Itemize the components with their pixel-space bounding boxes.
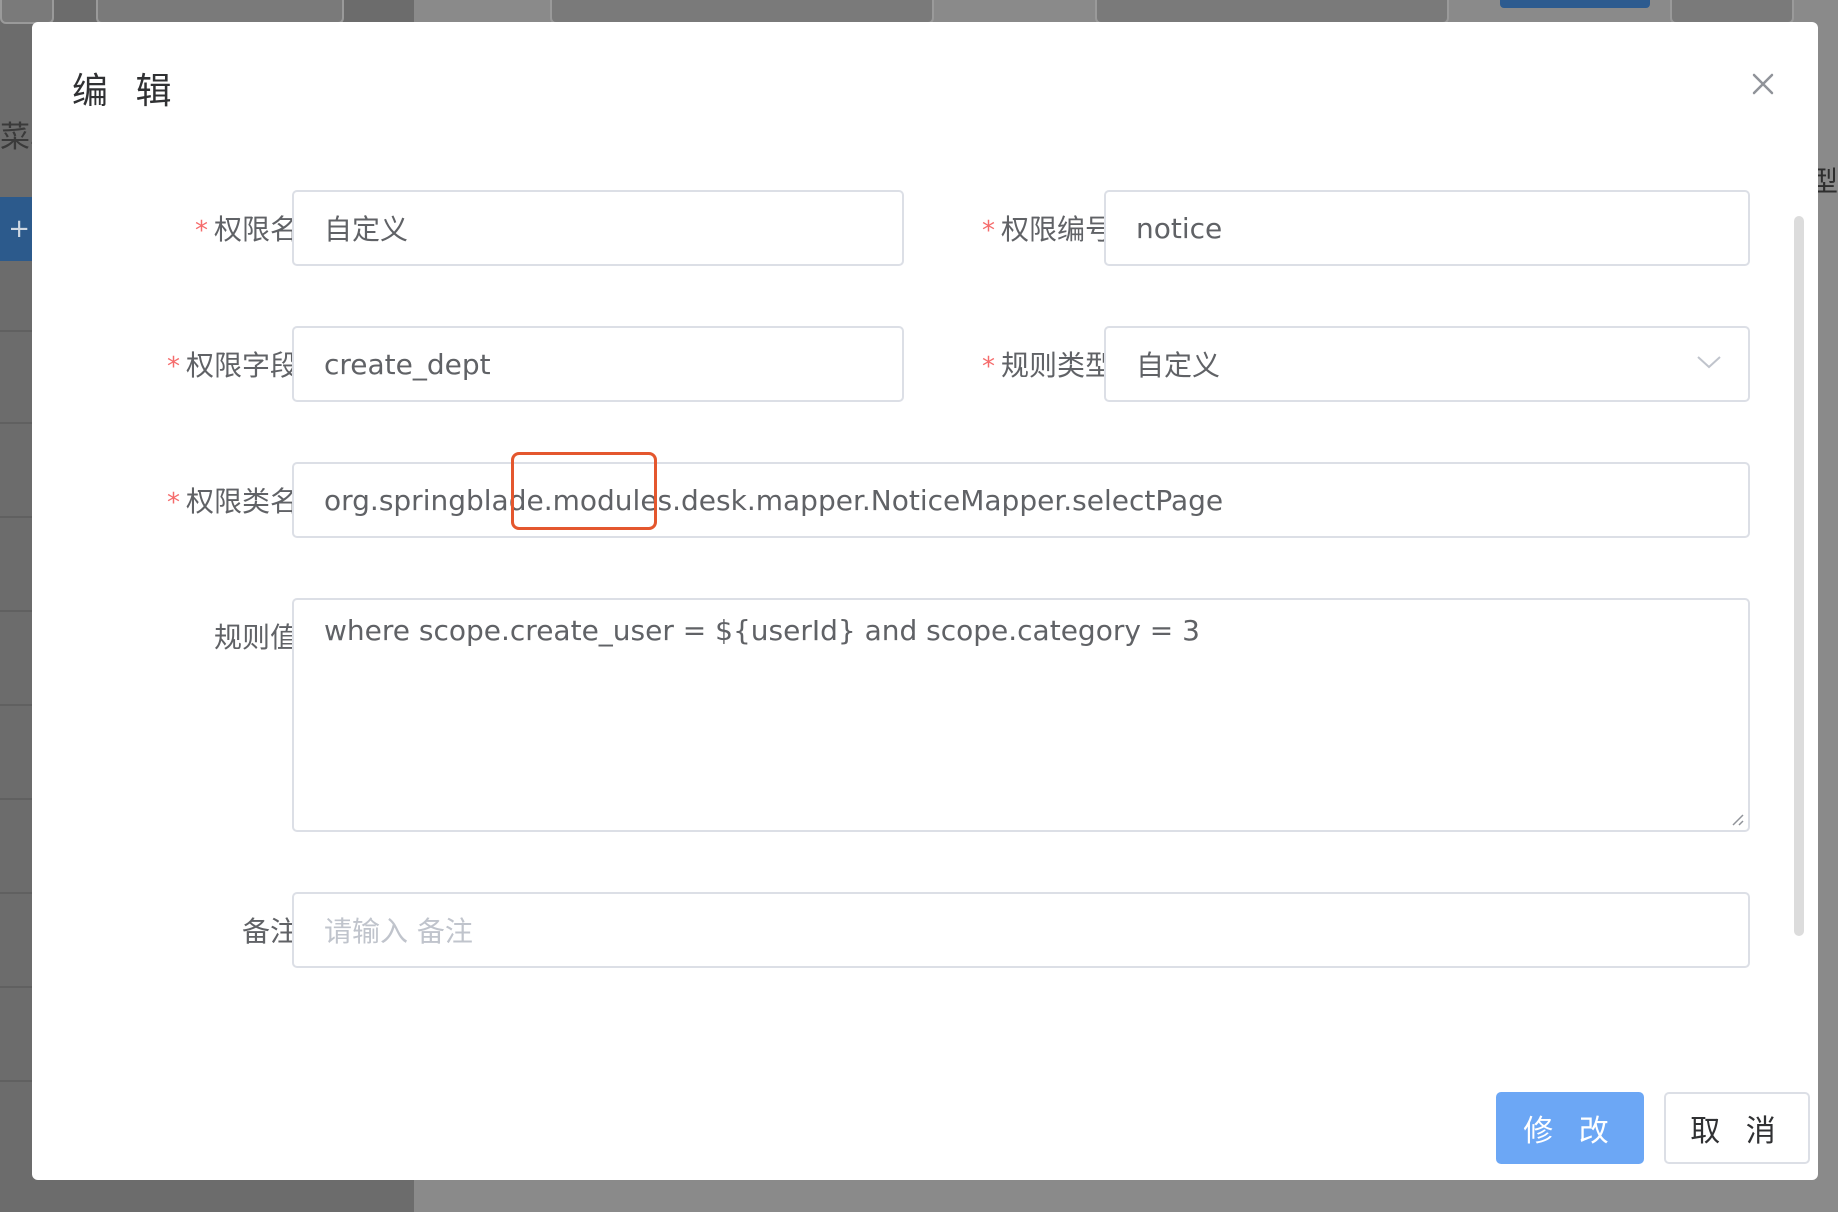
background-divider (0, 330, 32, 332)
background-tab (1095, 0, 1449, 24)
background-tab (550, 0, 934, 24)
rule-value-label: 规则值 (214, 616, 298, 656)
permission-code-input[interactable]: notice (1104, 190, 1750, 266)
annotation-highlight-box (511, 452, 657, 530)
rule-type-label-text: 规则类型 (1000, 349, 1113, 382)
close-icon[interactable] (1745, 66, 1781, 102)
edit-dialog: 编 辑 * 权限名 自定义 * 权限编号 notice * 权限字段 create_d… (32, 22, 1818, 1180)
permission-field-label: * 权限字段 (167, 344, 298, 384)
permission-code-label-text: 权限编号 (1000, 213, 1113, 246)
rule-value-label-text: 规则值 (213, 621, 298, 654)
permission-code-label: * 权限编号 (982, 208, 1113, 248)
required-mark: * (981, 352, 995, 382)
permission-class-label-text: 权限类名 (185, 485, 298, 518)
background-divider (0, 610, 32, 612)
chevron-down-icon (1697, 356, 1721, 369)
background-tab (0, 0, 54, 24)
required-mark: * (981, 216, 995, 246)
remark-label: 备注 (242, 910, 298, 950)
rule-value-textarea[interactable]: where scope.create_user = ${userId} and … (292, 598, 1750, 832)
dialog-title: 编 辑 (72, 71, 180, 112)
permission-name-input[interactable]: 自定义 (292, 190, 904, 266)
permission-name-label: * 权限名 (195, 208, 298, 248)
rule-type-select[interactable]: 自定义 (1104, 326, 1750, 402)
resize-handle-icon[interactable] (1729, 811, 1745, 827)
cancel-button[interactable]: 取 消 (1664, 1092, 1810, 1164)
submit-button[interactable]: 修 改 (1496, 1092, 1644, 1164)
background-button (1500, 0, 1650, 8)
background-tab (1670, 0, 1794, 24)
permission-name-label-text: 权限名 (213, 213, 298, 246)
background-add-button: + (0, 197, 32, 261)
remark-input[interactable]: 请输入 备注 (292, 892, 1750, 968)
background-divider (0, 798, 32, 800)
background-divider (0, 516, 32, 518)
rule-type-label: * 规则类型 (982, 344, 1113, 384)
remark-placeholder: 请输入 备注 (324, 915, 473, 948)
permission-field-label-text: 权限字段 (185, 349, 298, 382)
background-divider (0, 704, 32, 706)
dialog-scrollbar[interactable] (1794, 216, 1804, 936)
rule-value-text: where scope.create_user = ${userId} and … (324, 614, 1200, 647)
remark-label-text: 备注 (241, 915, 298, 948)
permission-field-input[interactable]: create_dept (292, 326, 904, 402)
background-divider (0, 892, 32, 894)
required-mark: * (166, 488, 180, 518)
background-tab (96, 0, 344, 24)
required-mark: * (194, 216, 208, 246)
background-divider (0, 422, 32, 424)
permission-class-label: * 权限类名 (167, 480, 298, 520)
rule-type-selected-value: 自定义 (1136, 349, 1221, 382)
required-mark: * (166, 352, 180, 382)
background-divider (0, 1080, 32, 1082)
background-divider (0, 986, 32, 988)
